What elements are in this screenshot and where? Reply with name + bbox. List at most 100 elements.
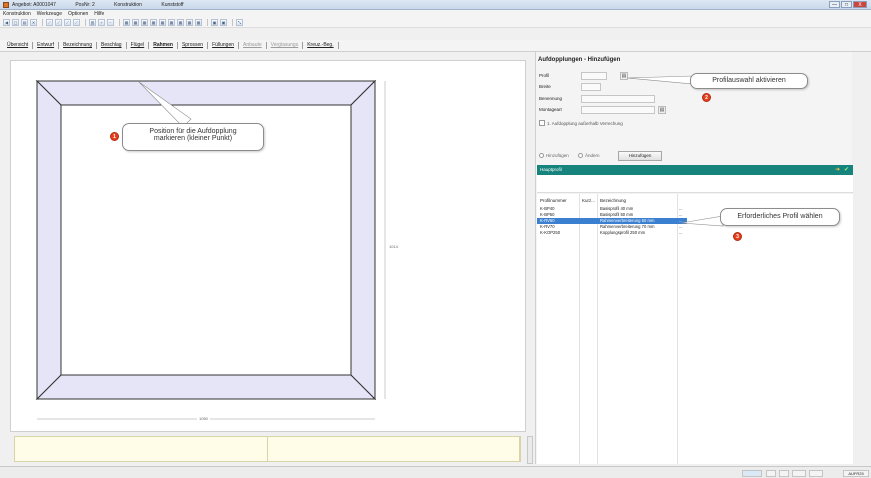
menu-optionen[interactable]: Optionen <box>68 10 88 18</box>
grid-icon[interactable]: ▦ <box>132 19 139 26</box>
copy-icon[interactable]: ▢ <box>12 19 19 26</box>
tool-icon[interactable]: ⤡ <box>236 19 243 26</box>
grid-icon[interactable]: ▦ <box>177 19 184 26</box>
cell-profilnummer: K-KOP250 <box>540 230 561 235</box>
column-header-bezeichnung[interactable]: Bezeichnung <box>600 198 626 203</box>
tab-kreuz-beg[interactable]: Kreuz.-Beg. <box>303 42 339 49</box>
info-panel-left <box>15 437 268 461</box>
zoom-out-icon[interactable]: − <box>107 19 114 26</box>
hinzufuegen-button[interactable]: Hinzufügen <box>618 151 662 161</box>
cell-extra: ... <box>679 230 683 235</box>
tool-icon[interactable]: ⟋ <box>55 19 62 26</box>
title-mode: Konstruktion <box>114 2 142 8</box>
info-panel-right <box>268 437 520 461</box>
frame-right <box>350 79 376 401</box>
aufdopplung-checkbox[interactable] <box>539 120 545 126</box>
window-icon[interactable]: ▣ <box>220 19 227 26</box>
tab-verglasungs[interactable]: Verglasungs <box>267 42 304 49</box>
tab-rahmen[interactable]: Rahmen <box>149 42 178 49</box>
toolbar-separator <box>207 19 208 26</box>
grid-icon[interactable]: ▦ <box>168 19 175 26</box>
menu-bar: Konstruktion Werkzeuge Optionen Hilfe <box>0 10 871 18</box>
profil-field[interactable] <box>581 72 607 80</box>
grid-icon[interactable]: ▦ <box>159 19 166 26</box>
delete-icon[interactable]: ✕ <box>30 19 37 26</box>
profile-table: Profilnummer Kurz... Bezeichnung K-BP40 … <box>537 194 853 464</box>
toolbar-separator <box>85 19 86 26</box>
back-icon[interactable]: ◀ <box>3 19 10 26</box>
menu-werkzeuge[interactable]: Werkzeuge <box>37 10 62 18</box>
grid-icon[interactable]: ▦ <box>186 19 193 26</box>
title-order: Angebot: A0001047 <box>12 2 56 8</box>
callout-three-pointer <box>680 215 724 227</box>
tab-fluegel[interactable]: Flügel <box>127 42 150 49</box>
menu-konstruktion[interactable]: Konstruktion <box>3 10 31 18</box>
grid-icon[interactable]: ▦ <box>123 19 130 26</box>
toolbar-separator <box>232 19 233 26</box>
app-icon <box>3 2 9 8</box>
title-bar: Angebot: A0001047 PosNr: 2 Konstruktion … <box>0 0 871 10</box>
info-scrollbar[interactable] <box>527 436 533 464</box>
status-indicator <box>742 470 762 477</box>
document-icon[interactable]: ▥ <box>89 19 96 26</box>
aufdopplung-checkbox-label: 1. Aufdopplung außerhalb Verrechung <box>547 121 623 126</box>
import-icon[interactable]: ➜ <box>835 166 840 173</box>
callout-position-line2: markieren (kleiner Punkt) <box>153 135 233 142</box>
menu-hilfe[interactable]: Hilfe <box>94 10 104 18</box>
window-frame-drawing[interactable] <box>11 61 527 433</box>
grid-icon[interactable]: ▦ <box>150 19 157 26</box>
grid-icon[interactable]: ▦ <box>141 19 148 26</box>
tab-fuellungen[interactable]: Füllungen <box>208 42 240 49</box>
tab-beschlag[interactable]: Beschlag <box>97 42 127 49</box>
height-dimension-label: 1014 <box>389 244 398 249</box>
radio-aendern-label: Ändern <box>585 153 600 158</box>
window-icon[interactable]: ▣ <box>211 19 218 26</box>
montageart-field[interactable] <box>581 106 655 114</box>
tab-anbaute[interactable]: Anbaute <box>239 42 267 49</box>
tool-icon[interactable]: ⟋ <box>46 19 53 26</box>
paste-icon[interactable]: ▤ <box>21 19 28 26</box>
column-header-kurz[interactable]: Kurz... <box>582 198 595 203</box>
label-benennung: Benennung <box>539 96 563 101</box>
callout-position: Position für die Aufdopplung markieren (… <box>122 123 264 151</box>
montageart-select-icon[interactable]: ▤ <box>658 106 666 114</box>
window-controls: — □ X <box>828 1 867 8</box>
status-slot <box>809 470 823 477</box>
frame-left <box>36 79 62 401</box>
column-header-profilnummer[interactable]: Profilnummer <box>540 198 567 203</box>
step-marker-2: 2 <box>702 93 711 102</box>
title-position: PosNr: 2 <box>75 2 95 8</box>
frame-top <box>35 80 377 106</box>
tool-icon[interactable]: ⟋ <box>73 19 80 26</box>
grid-icon[interactable]: ▦ <box>195 19 202 26</box>
filter-row[interactable] <box>537 175 853 193</box>
status-slot <box>792 470 806 477</box>
tab-sprossen[interactable]: Sprossen <box>178 42 209 49</box>
drawing-canvas[interactable]: 1014 1050 Position für die Aufdopplung m… <box>10 60 526 432</box>
status-bar: AUFR25 <box>0 466 871 478</box>
confirm-check-icon[interactable]: ✔ <box>844 166 849 173</box>
tab-entwurf[interactable]: Entwurf <box>33 42 60 49</box>
benennung-field[interactable] <box>581 95 655 103</box>
status-slot <box>766 470 776 477</box>
status-label: AUFR25 <box>843 470 869 477</box>
breite-field[interactable] <box>581 83 601 91</box>
table-row[interactable]: K-KOP250 Kopplungsprofil 250 mm ... <box>537 230 687 236</box>
minimize-button[interactable]: — <box>829 1 840 8</box>
close-button[interactable]: X <box>853 1 867 8</box>
aufdopplungen-panel: Aufdopplungen - Hinzufügen Profil ▤ Brei… <box>535 52 853 464</box>
step-marker-3: 3 <box>733 232 742 241</box>
radio-hinzufuegen[interactable] <box>539 153 544 158</box>
toolbar-separator <box>119 19 120 26</box>
info-panel <box>14 436 521 462</box>
toolbar: ◀ ▢ ▤ ✕ ⟋ ⟋ ⟋ ⟋ ▥ + − ▦ ▦ ▦ ▦ ▦ ▦ ▦ ▦ ▦ … <box>0 18 871 28</box>
zoom-in-icon[interactable]: + <box>98 19 105 26</box>
radio-aendern[interactable] <box>578 153 583 158</box>
label-profil: Profil <box>539 73 550 78</box>
maximize-button[interactable]: □ <box>841 1 852 8</box>
tab-uebersicht[interactable]: Übersicht <box>3 42 34 49</box>
tool-icon[interactable]: ⟋ <box>64 19 71 26</box>
callout-position-line1: Position für die Aufdopplung <box>149 128 237 135</box>
tab-bezeichnung[interactable]: Bezeichnung <box>59 42 97 49</box>
label-breite: Breite <box>539 84 551 89</box>
